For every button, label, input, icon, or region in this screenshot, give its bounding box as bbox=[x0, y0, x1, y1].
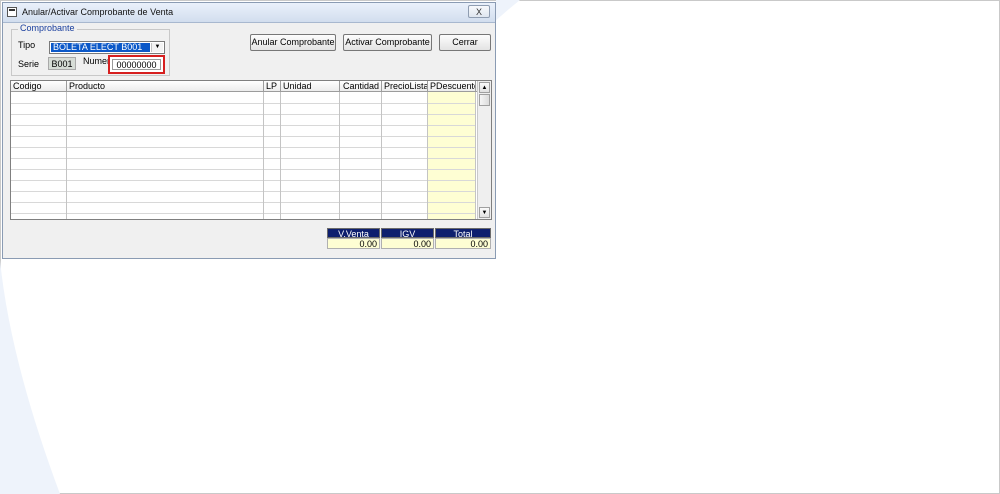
col-header-pdescuento[interactable]: PDescuento bbox=[428, 81, 476, 92]
total-value-igv: 0.00 bbox=[381, 238, 434, 249]
grid-row[interactable] bbox=[11, 191, 475, 192]
grid-column-divider bbox=[339, 92, 340, 219]
grid-row[interactable] bbox=[11, 114, 475, 115]
comprobante-legend: Comprobante bbox=[18, 23, 77, 33]
window-title: Anular/Activar Comprobante de Venta bbox=[22, 7, 174, 17]
anular-activar-window: Anular/Activar Comprobante de Venta X Co… bbox=[2, 2, 496, 259]
activar-comprobante-button[interactable]: Activar Comprobante bbox=[343, 34, 432, 51]
tipo-select[interactable]: BOLETA ELECT B001 ▼ bbox=[49, 41, 165, 54]
detail-grid[interactable]: Codigo Producto LP Unidad Cantidad Preci… bbox=[10, 80, 492, 220]
col-header-lp[interactable]: LP bbox=[264, 81, 281, 92]
col-header-producto[interactable]: Producto bbox=[67, 81, 264, 92]
col-header-codigo[interactable]: Codigo bbox=[11, 81, 67, 92]
total-header-total: Total bbox=[435, 228, 491, 239]
serie-field: B001 bbox=[48, 57, 76, 70]
scroll-thumb[interactable] bbox=[479, 94, 490, 106]
grid-vertical-scrollbar[interactable]: ▲ ▼ bbox=[477, 81, 491, 219]
col-header-unidad[interactable]: Unidad bbox=[281, 81, 340, 92]
grid-row[interactable] bbox=[11, 213, 475, 214]
tipo-label: Tipo bbox=[18, 40, 36, 50]
col-header-cantidad[interactable]: Cantidad bbox=[340, 81, 382, 92]
window-icon bbox=[7, 7, 17, 17]
grid-row[interactable] bbox=[11, 169, 475, 170]
grid-column-divider bbox=[66, 92, 67, 219]
scroll-down-arrow-icon[interactable]: ▼ bbox=[479, 207, 490, 218]
total-header-vventa: V.Venta bbox=[327, 228, 380, 239]
chevron-down-icon[interactable]: ▼ bbox=[151, 43, 163, 52]
scroll-up-arrow-icon[interactable]: ▲ bbox=[479, 82, 490, 93]
grid-row[interactable] bbox=[11, 202, 475, 203]
total-value-total: 0.00 bbox=[435, 238, 491, 249]
grid-row[interactable] bbox=[11, 103, 475, 104]
title-bar[interactable]: Anular/Activar Comprobante de Venta X bbox=[3, 3, 495, 23]
grid-header: Codigo Producto LP Unidad Cantidad Preci… bbox=[11, 81, 483, 92]
grid-row[interactable] bbox=[11, 147, 475, 148]
grid-row[interactable] bbox=[11, 125, 475, 126]
numero-highlight: 00000000 bbox=[108, 55, 165, 74]
grid-column-divider bbox=[263, 92, 264, 219]
grid-column-divider bbox=[381, 92, 382, 219]
grid-row[interactable] bbox=[11, 158, 475, 159]
grid-column-divider bbox=[475, 92, 476, 219]
cerrar-button[interactable]: Cerrar bbox=[439, 34, 491, 51]
grid-row[interactable] bbox=[11, 136, 475, 137]
anular-comprobante-button[interactable]: Anular Comprobante bbox=[250, 34, 336, 51]
grid-row[interactable] bbox=[11, 180, 475, 181]
serie-label: Serie bbox=[18, 59, 40, 69]
total-value-vventa: 0.00 bbox=[327, 238, 380, 249]
grid-column-divider bbox=[427, 92, 428, 219]
grid-column-divider bbox=[280, 92, 281, 219]
total-header-igv: IGV bbox=[381, 228, 434, 239]
numero-input[interactable]: 00000000 bbox=[112, 59, 161, 70]
close-button[interactable]: X bbox=[468, 5, 490, 18]
col-header-preciolista[interactable]: PrecioLista bbox=[382, 81, 428, 92]
grid-body[interactable] bbox=[11, 92, 475, 219]
tipo-select-value: BOLETA ELECT B001 bbox=[51, 43, 150, 52]
